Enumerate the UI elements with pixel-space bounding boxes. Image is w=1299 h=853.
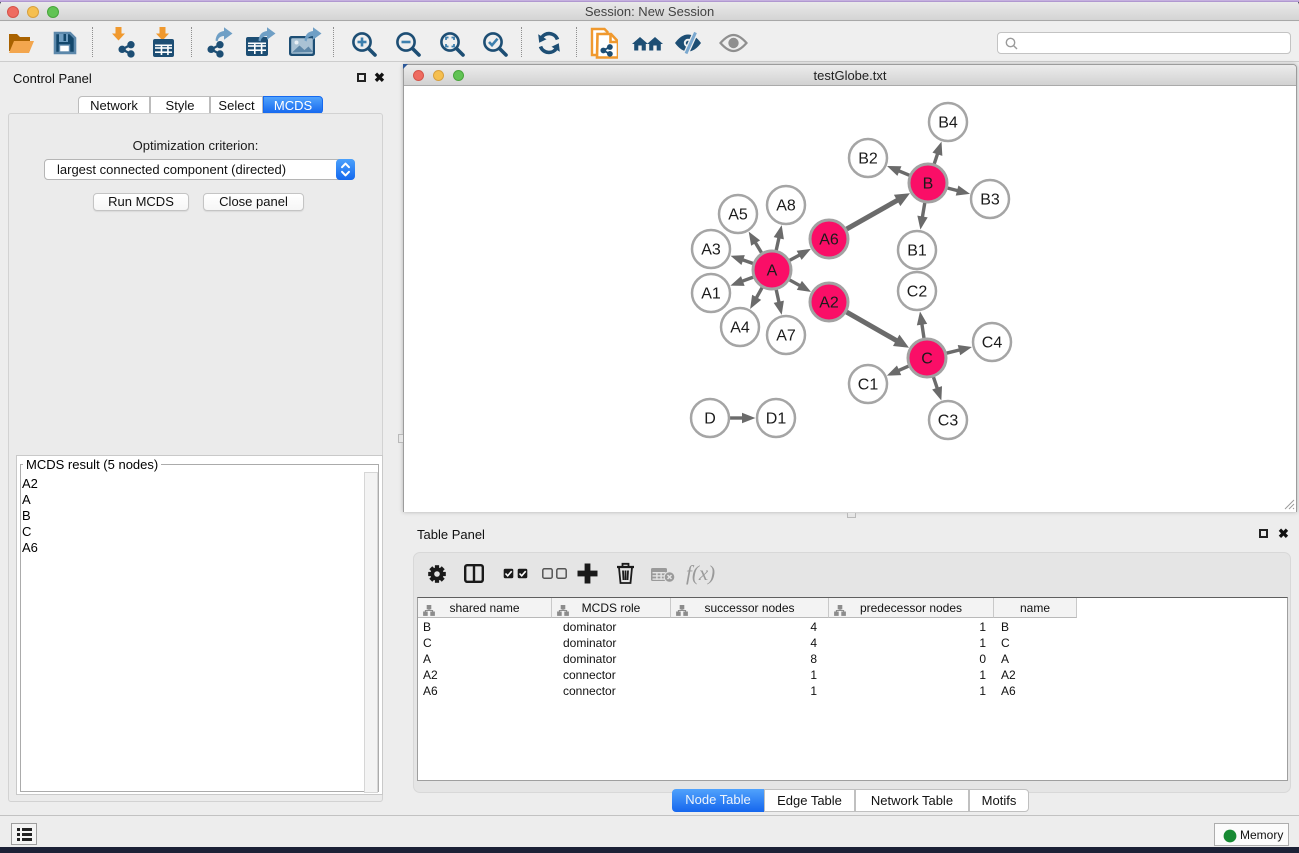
svg-text:B3: B3 [980, 192, 1000, 209]
svg-text:C2: C2 [907, 284, 928, 301]
svg-text:D1: D1 [766, 411, 787, 428]
svg-text:C3: C3 [938, 413, 959, 430]
svg-text:B2: B2 [858, 151, 878, 168]
svg-text:B1: B1 [907, 243, 927, 260]
svg-text:B: B [923, 176, 934, 193]
svg-text:D: D [704, 411, 716, 428]
svg-text:A1: A1 [701, 286, 721, 303]
svg-text:A7: A7 [776, 328, 796, 345]
svg-text:C1: C1 [858, 377, 879, 394]
svg-text:C4: C4 [982, 335, 1003, 352]
svg-text:A8: A8 [776, 198, 796, 215]
svg-text:A2: A2 [819, 295, 839, 312]
svg-text:B4: B4 [938, 115, 958, 132]
svg-text:A6: A6 [819, 232, 839, 249]
svg-text:A3: A3 [701, 242, 721, 259]
svg-text:A5: A5 [728, 207, 748, 224]
svg-text:C: C [921, 351, 933, 368]
svg-text:A: A [767, 263, 778, 280]
svg-text:A4: A4 [730, 320, 750, 337]
